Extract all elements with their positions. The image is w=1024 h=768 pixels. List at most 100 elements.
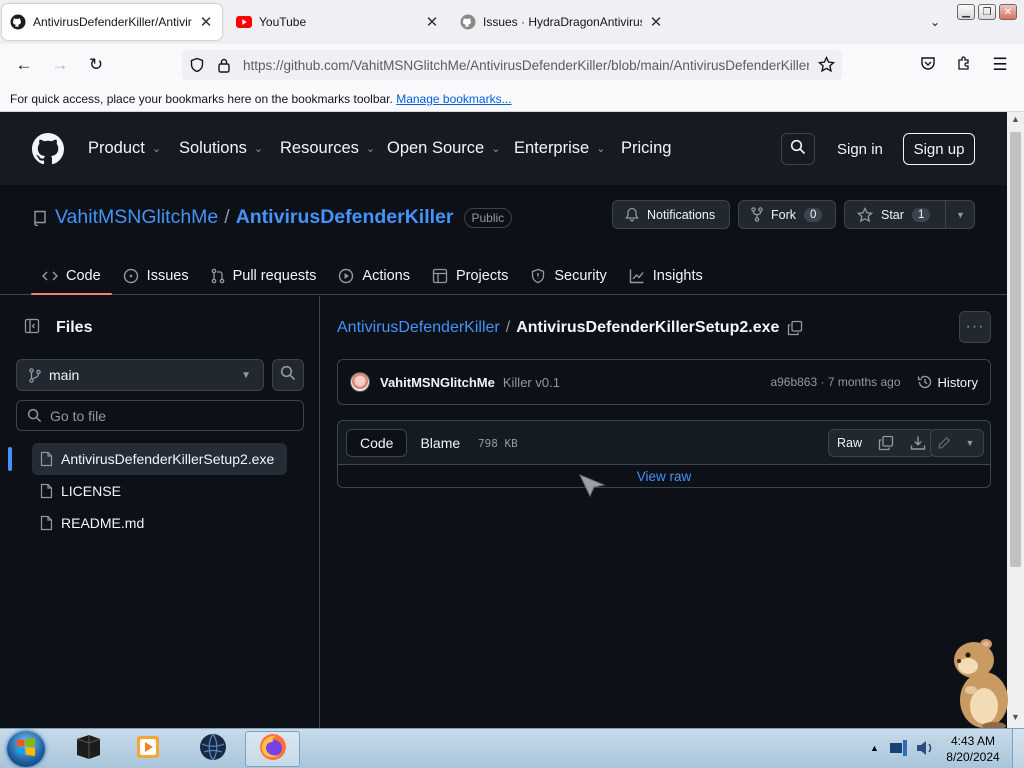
tab-actions[interactable]: Actions [327, 259, 421, 293]
tab-label: Actions [362, 268, 410, 284]
reload-button[interactable]: ↻ [83, 52, 109, 78]
nav-solutions[interactable]: Solutions ⌄ [179, 139, 263, 158]
bell-icon [625, 207, 639, 222]
fork-button[interactable]: Fork 0 [738, 200, 836, 229]
sign-up-button[interactable]: Sign up [903, 133, 975, 165]
file-search-button[interactable] [272, 359, 304, 391]
notifications-button[interactable]: Notifications [612, 200, 730, 229]
file-icon [40, 483, 53, 499]
browser-tab-youtube[interactable]: YouTube ✕ [228, 4, 448, 40]
breadcrumb-repo-link[interactable]: AntivirusDefenderKiller [337, 319, 500, 337]
nav-open-source[interactable]: Open Source ⌄ [387, 139, 500, 158]
minimize-button[interactable]: ▁ [957, 4, 975, 20]
tab-pull-requests[interactable]: Pull requests [200, 259, 328, 293]
star-button[interactable]: Star 1 ▼ [844, 200, 975, 229]
pocket-button[interactable] [915, 52, 941, 78]
tab-insights[interactable]: Insights [618, 259, 714, 293]
go-to-file-input[interactable]: Go to file [16, 400, 304, 431]
nav-resources[interactable]: Resources ⌄ [280, 139, 375, 158]
close-window-button[interactable]: ✕ [999, 4, 1017, 20]
browser-tab-active[interactable]: AntivirusDefenderKiller/AntivirusDefende… [2, 4, 222, 40]
github-icon [10, 14, 26, 30]
blame-view-button[interactable]: Blame [407, 429, 473, 457]
branch-selector[interactable]: main ▼ [16, 359, 264, 391]
commit-author-link[interactable]: VahitMSNGlitchMe [380, 375, 495, 390]
commit-message-link[interactable]: Killer v0.1 [503, 375, 560, 390]
manage-bookmarks-link[interactable]: Manage bookmarks... [396, 92, 511, 106]
repo-header: VahitMSNGlitchMe / AntivirusDefenderKill… [0, 185, 1007, 295]
minimize-icon: ▁ [962, 6, 970, 18]
start-button[interactable] [7, 731, 45, 767]
nav-product[interactable]: Product ⌄ [88, 139, 161, 158]
tab-issues[interactable]: Issues [112, 259, 200, 293]
close-icon: ✕ [1003, 6, 1013, 18]
table-icon [432, 268, 448, 284]
taskbar-app-globe[interactable] [185, 731, 240, 767]
pencil-icon[interactable] [931, 430, 957, 456]
menu-button[interactable]: ☰ [987, 52, 1013, 78]
address-bar[interactable]: https://github.com/VahitMSNGlitchMe/Anti… [182, 50, 842, 80]
close-tab-icon[interactable]: ✕ [424, 13, 440, 31]
back-button[interactable]: ← [11, 52, 37, 78]
file-breadcrumb: AntivirusDefenderKiller / AntivirusDefen… [337, 319, 803, 337]
file-tree-item[interactable]: LICENSE [32, 475, 287, 507]
volume-icon[interactable] [914, 737, 936, 764]
chevron-down-icon: ⌄ [151, 143, 162, 155]
network-icon[interactable] [888, 737, 910, 764]
file-name: LICENSE [61, 483, 121, 499]
tab-projects[interactable]: Projects [421, 259, 519, 293]
code-view-button[interactable]: Code [346, 429, 408, 457]
go-to-file-placeholder: Go to file [50, 407, 107, 424]
file-tree-item[interactable]: README.md [32, 507, 287, 539]
nav-enterprise[interactable]: Enterprise ⌄ [514, 139, 605, 158]
scroll-up-icon[interactable]: ▲ [1007, 114, 1024, 128]
close-tab-icon[interactable]: ✕ [198, 13, 214, 31]
caret-down-icon[interactable]: ▼ [957, 430, 983, 456]
show-hidden-icons-icon[interactable]: ▲ [870, 743, 879, 753]
sign-in-link[interactable]: Sign in [837, 141, 883, 158]
tab-title: YouTube [259, 15, 307, 29]
browser-tab-issues[interactable]: Issues · HydraDragonAntivirus/HydraDrago… [452, 4, 672, 40]
latest-commit-bar: VahitMSNGlitchMe Killer v0.1 a96b863 · 7… [337, 359, 991, 405]
tab-security[interactable]: Security [519, 259, 617, 293]
shield-icon[interactable] [189, 57, 205, 76]
chevron-down-icon: ⌄ [253, 143, 264, 155]
commit-hash-time[interactable]: a96b863 · 7 months ago [770, 375, 900, 389]
tab-label: Security [554, 268, 607, 284]
copy-raw-icon[interactable] [870, 430, 902, 456]
star-dropdown-caret-icon[interactable]: ▼ [945, 201, 975, 228]
terminal-icon [73, 733, 103, 766]
taskbar-app-terminal[interactable] [60, 731, 115, 767]
file-tree-item[interactable]: AntivirusDefenderKillerSetup2.exe [8, 443, 287, 475]
view-raw-link[interactable]: View raw [338, 469, 990, 484]
nav-pricing[interactable]: Pricing [621, 139, 671, 158]
history-button[interactable]: History [917, 374, 978, 390]
taskbar-app-firefox[interactable] [245, 731, 300, 767]
show-desktop-button[interactable] [1012, 729, 1024, 768]
raw-button[interactable]: Raw [829, 430, 870, 456]
more-options-button[interactable]: ··· [959, 311, 991, 343]
copy-path-icon[interactable] [787, 320, 803, 336]
taskbar-app-media-player[interactable] [120, 731, 175, 767]
close-tab-icon[interactable]: ✕ [648, 13, 664, 31]
extensions-button[interactable] [951, 52, 977, 78]
avatar[interactable] [350, 372, 370, 392]
tab-list-button[interactable]: ⌄ [930, 4, 954, 40]
forward-button[interactable]: → [47, 52, 73, 78]
tab-code[interactable]: Code [31, 259, 112, 295]
bookmark-star-icon[interactable] [817, 55, 836, 76]
caret-down-icon: ▼ [241, 369, 251, 381]
scroll-thumb[interactable] [1010, 132, 1021, 567]
maximize-button[interactable]: ❐ [978, 4, 996, 20]
lock-icon[interactable] [217, 57, 231, 76]
github-logo-icon[interactable] [32, 133, 64, 170]
header-search-button[interactable] [781, 133, 815, 165]
repo-name-link[interactable]: AntivirusDefenderKiller [236, 206, 454, 229]
sidebar-collapse-icon [24, 318, 40, 339]
repo-owner-link[interactable]: VahitMSNGlitchMe [55, 206, 218, 229]
collapse-sidebar-button[interactable] [16, 312, 48, 344]
tab-title: AntivirusDefenderKiller/AntivirusDefende… [33, 15, 192, 29]
taskbar-clock[interactable]: 4:43 AM 8/20/2024 [940, 733, 1006, 765]
issue-opened-icon [123, 268, 139, 284]
kebab-horizontal-icon: ··· [965, 318, 985, 335]
